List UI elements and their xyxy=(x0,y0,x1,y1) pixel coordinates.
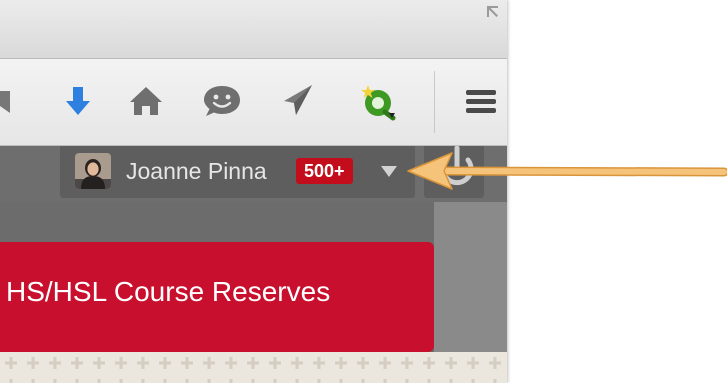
toolbar-separator xyxy=(434,71,435,133)
user-name: Joanne Pinna xyxy=(126,158,267,184)
decorative-pattern xyxy=(0,352,507,383)
banner-label: HS/HSL Course Reserves xyxy=(6,276,331,307)
bookmark-icon[interactable] xyxy=(0,79,24,123)
window-titlebar xyxy=(0,0,507,59)
notification-badge[interactable]: 500+ xyxy=(296,158,353,184)
home-icon[interactable] xyxy=(124,79,168,123)
menu-icon[interactable] xyxy=(458,79,502,123)
annotation-arrow xyxy=(407,152,727,190)
send-icon[interactable] xyxy=(274,79,318,123)
dropdown-triangle-icon[interactable] xyxy=(380,164,398,178)
extension-icon[interactable] xyxy=(356,79,400,123)
side-panel xyxy=(434,202,507,352)
user-menu-button[interactable]: Joanne Pinna 500+ xyxy=(60,146,415,198)
browser-toolbar xyxy=(0,59,507,146)
download-arrow-icon[interactable] xyxy=(56,79,100,123)
avatar xyxy=(75,153,111,189)
resize-icon[interactable] xyxy=(483,2,503,22)
chat-icon[interactable] xyxy=(200,79,244,123)
course-reserves-banner[interactable]: HS/HSL Course Reserves xyxy=(0,242,434,352)
